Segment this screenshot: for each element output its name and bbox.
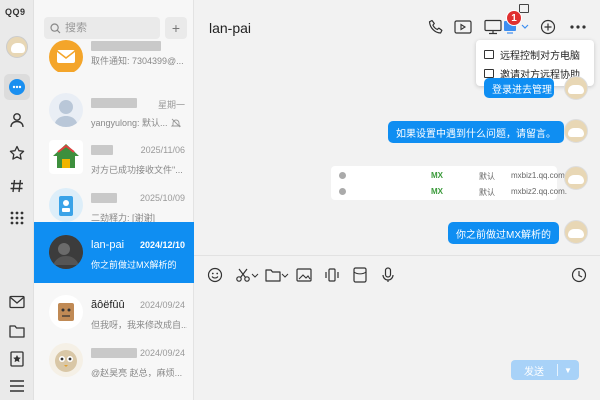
conversation-time: 2024/12/10 [139,240,185,250]
user-avatar[interactable] [6,36,28,58]
conversation-avatar [49,40,83,72]
chevron-down-icon[interactable] [280,266,290,284]
sender-avatar [564,166,588,190]
message-bubble: 登录进去管理 [484,78,554,98]
conversation-name [91,347,137,359]
chat-title: lan-pai [209,20,252,36]
conversation-avatar [49,140,83,174]
conversation-name: ãôëfûû [91,299,125,311]
mx-record-row: MX 默认 mxbiz2.qq.com. [331,184,567,200]
mail-icon[interactable] [7,292,27,312]
conversation-time: 星期一 [157,100,185,110]
chat-icon[interactable] [4,74,30,100]
conversation-item[interactable]: 2024/09/24 @赵昊亮 赵总，麻烦... [34,330,194,393]
contacts-icon[interactable] [7,110,27,130]
conversation-time: 2024/09/24 [139,300,185,310]
image-icon[interactable] [295,266,313,284]
conversation-name [91,97,137,109]
favorites-icon[interactable] [7,143,27,163]
message-bubble: 如果设置中遇到什么问题，请留言。 [388,121,564,143]
conversation-list: + 取件通知: 7304399@... 星期一 yangyulong: 默认..… [34,0,194,400]
bookmark-icon[interactable] [7,349,27,369]
conversation-name: lan-pai [91,239,125,251]
conversation-name [91,144,113,156]
mx-record-image[interactable]: MX 默认 mxbiz1.qq.com. MX 默认 mxbiz2.qq.com… [331,166,567,200]
video-call-icon[interactable] [453,17,473,37]
composer: 发送 ▼ [194,255,600,400]
conversation-avatar [49,93,83,127]
search-icon [50,22,61,33]
callout-badge-1: 1 [506,10,522,26]
conversation-avatar [49,188,83,222]
search-box[interactable] [44,17,160,39]
conversation-name [91,40,161,52]
chevron-down-icon[interactable] [250,266,260,284]
apps-icon[interactable] [7,208,27,228]
message-bubble: 你之前做过MX解析的 [448,222,559,244]
add-member-icon[interactable] [538,17,558,37]
conversation-item-lan-pai[interactable]: lan-pai 2024/12/10 你之前做过MX解析的 [34,222,194,283]
conversation-time: 2025/11/06 [140,145,185,155]
invite-assist-icon [484,68,494,78]
send-options-chevron-icon[interactable]: ▼ [558,366,578,375]
add-button[interactable]: + [165,17,187,39]
sender-avatar [564,220,588,244]
search-input[interactable] [65,22,155,34]
chat-panel: lan-pai 1 2 远程控制对方电脑 邀请对方远程协助 登录进去管理 如果设… [194,0,600,400]
conversation-name [91,192,117,204]
conversation-time: 2024/09/24 [139,348,185,358]
shake-icon[interactable] [323,266,341,284]
mini-window-icon[interactable] [519,4,529,13]
remote-control-icon [484,49,494,59]
history-icon[interactable] [570,266,588,284]
more-icon[interactable] [568,17,588,37]
app-logo: QQ9 [5,7,26,17]
menu-item-remote-control[interactable]: 远程控制对方电脑 [484,45,580,63]
folder-icon[interactable] [7,321,27,341]
sender-avatar [564,76,588,100]
mx-record-row: MX 默认 mxbiz1.qq.com. [331,168,567,184]
microphone-icon[interactable] [379,266,397,284]
nav-rail: QQ9 [0,0,34,400]
conversation-preview: @赵昊亮 赵总，麻烦... [91,368,183,378]
conversation-preview: 取件通知: 7304399@... [91,56,184,66]
voice-call-icon[interactable] [426,17,446,37]
conversation-time: 2025/10/09 [139,193,185,203]
screen-share-icon[interactable] [483,17,503,37]
emoji-icon[interactable] [206,266,224,284]
conversation-item[interactable]: 取件通知: 7304399@... [34,40,194,72]
menu-icon[interactable] [7,376,27,396]
conversation-avatar [49,295,83,329]
sender-avatar [564,119,588,143]
send-button[interactable]: 发送 ▼ [511,360,579,380]
channel-icon[interactable] [7,176,27,196]
conversation-avatar [49,343,83,377]
conversation-avatar [49,235,83,269]
red-packet-icon[interactable] [351,266,369,284]
conversation-preview: 你之前做过MX解析的 [91,260,177,270]
